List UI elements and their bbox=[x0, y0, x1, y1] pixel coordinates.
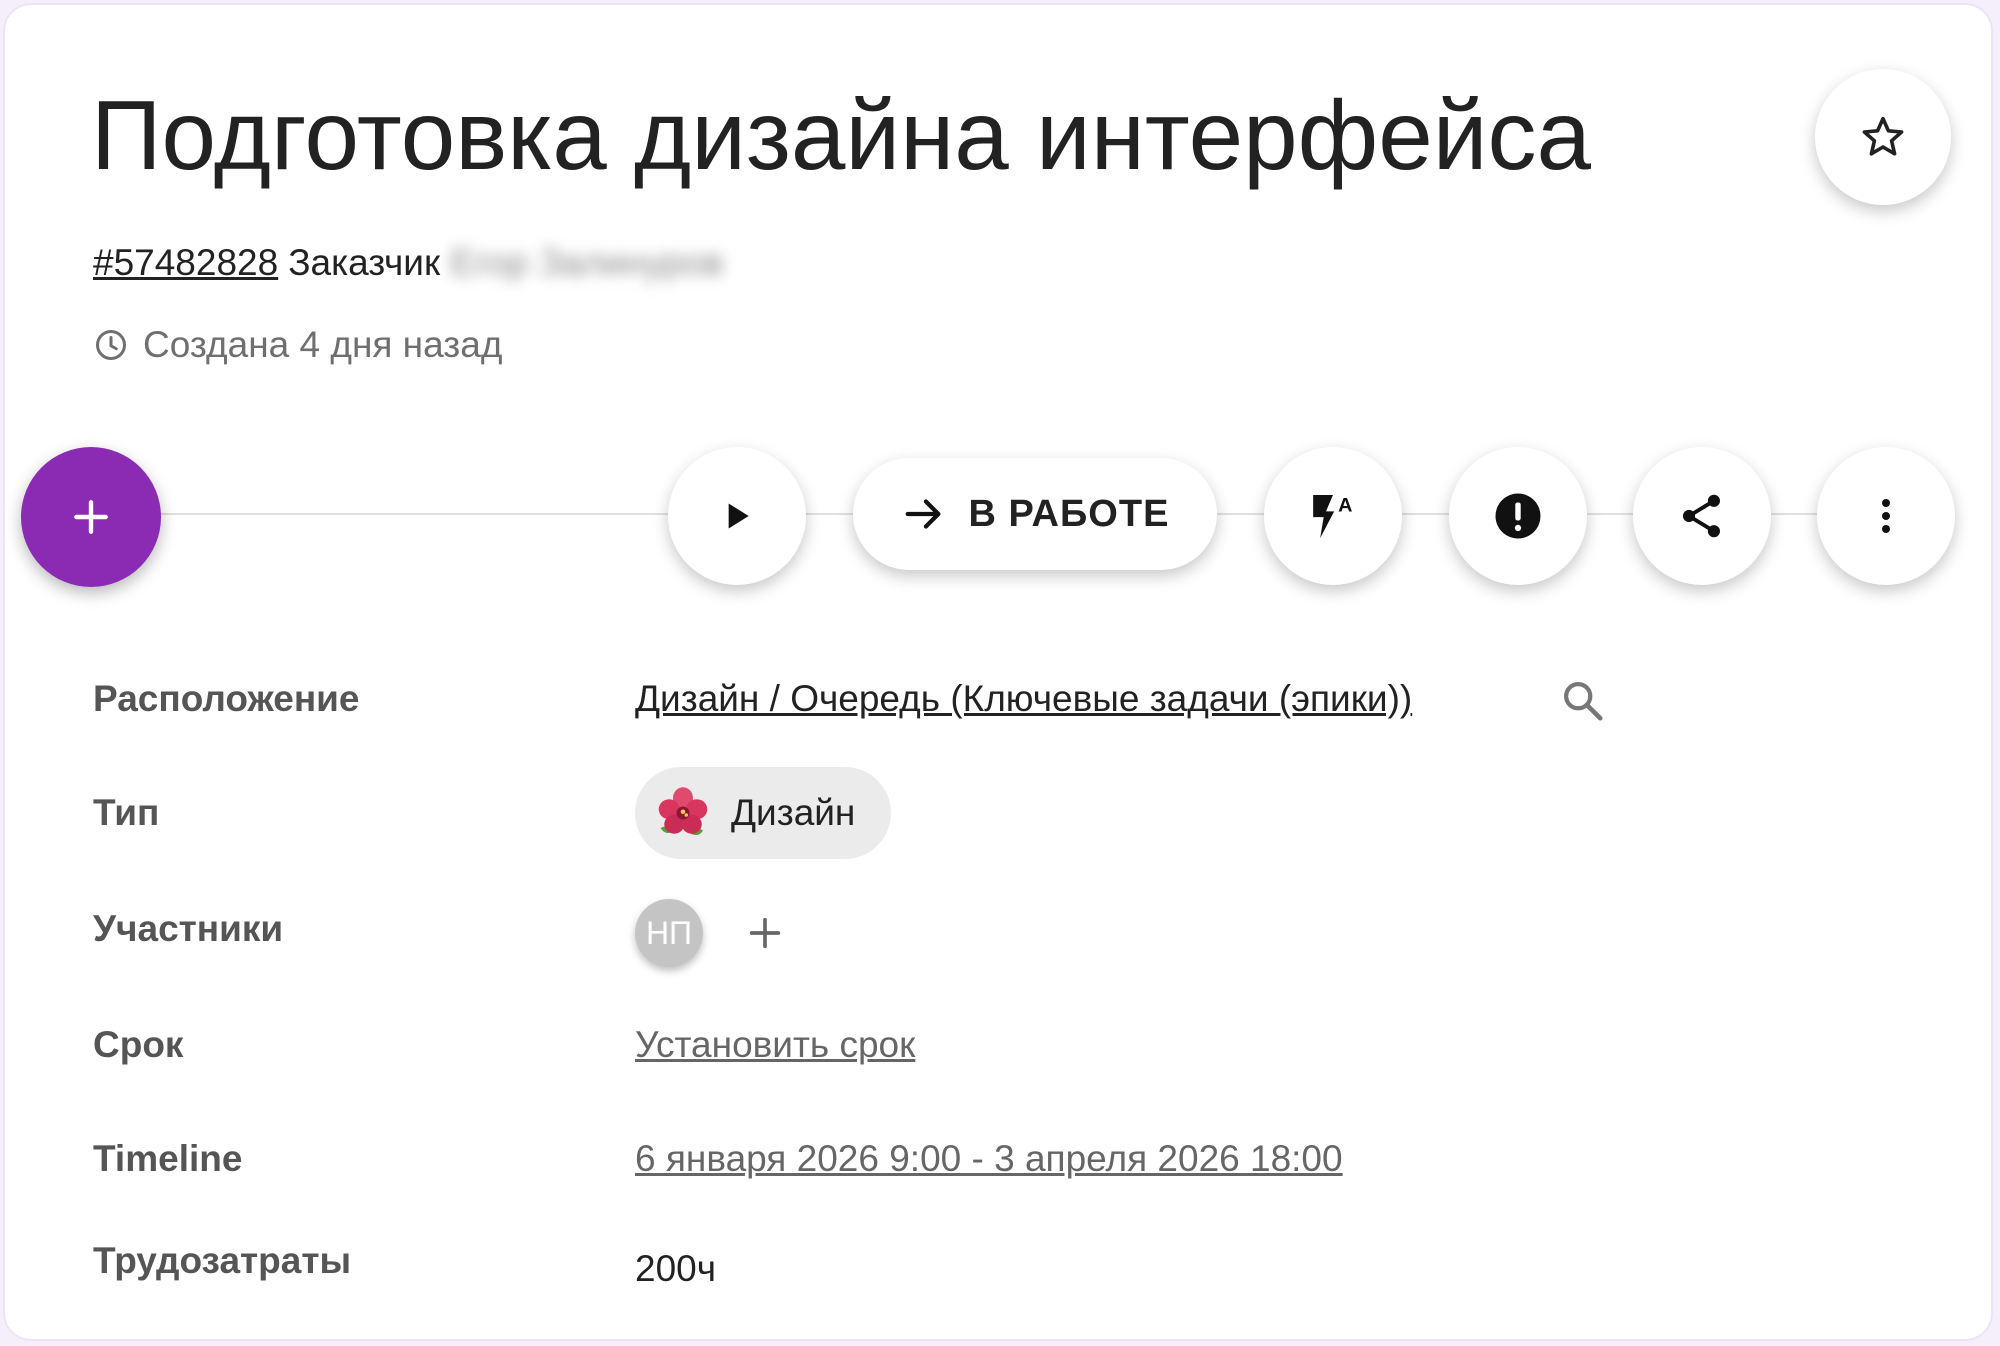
timeline-link[interactable]: 6 января 2026 9:00 - 3 апреля 2026 18:00 bbox=[635, 1138, 1343, 1179]
timeline-label: Timeline bbox=[93, 1138, 243, 1179]
share-icon bbox=[1682, 494, 1720, 538]
share-button[interactable] bbox=[1633, 447, 1771, 585]
priority-button[interactable] bbox=[1449, 447, 1587, 585]
type-label-value: Дизайн bbox=[731, 792, 856, 833]
arrow-right-icon bbox=[905, 499, 941, 529]
more-vertical-icon bbox=[1882, 499, 1890, 533]
type-label: Тип bbox=[93, 792, 160, 833]
flash-auto-icon: A bbox=[1313, 494, 1352, 539]
set-deadline-link[interactable]: Установить срок bbox=[635, 1024, 915, 1065]
deadline-value: Установить срок bbox=[635, 1019, 915, 1071]
favorite-button[interactable] bbox=[1815, 69, 1951, 205]
effort-label: Трудозатраты bbox=[93, 1240, 352, 1281]
svg-text:A: A bbox=[1338, 494, 1352, 516]
status-label: В РАБОТЕ bbox=[968, 492, 1170, 535]
location-link[interactable]: Дизайн / Очередь (Ключевые задачи (эпики… bbox=[635, 678, 1412, 719]
deadline-label: Срок bbox=[93, 1024, 184, 1065]
hibiscus-icon bbox=[658, 787, 708, 836]
task-card: Подготовка дизайна интерфейса #57482828 З… bbox=[5, 5, 1991, 1339]
created-text: Создана 4 дня назад bbox=[143, 324, 503, 365]
type-chip[interactable]: Дизайн bbox=[635, 767, 892, 859]
created-info: Создана 4 дня назад bbox=[93, 319, 502, 371]
exclamation-circle-icon bbox=[1495, 493, 1541, 539]
add-button[interactable] bbox=[21, 447, 161, 587]
plus-icon bbox=[74, 500, 108, 534]
customer-name[interactable]: Егор Залинуров bbox=[450, 237, 723, 289]
clock-icon bbox=[93, 327, 129, 363]
location-label: Расположение bbox=[93, 678, 360, 719]
effort-value[interactable]: 200ч bbox=[635, 1243, 716, 1295]
more-button[interactable] bbox=[1817, 447, 1955, 585]
plus-icon bbox=[749, 917, 781, 949]
avatar[interactable]: НП bbox=[635, 899, 703, 967]
location-search-button[interactable] bbox=[1555, 673, 1611, 729]
location-value: Дизайн / Очередь (Ключевые задачи (эпики… bbox=[635, 673, 1412, 725]
task-meta: #57482828 Заказчик Егор Залинуров bbox=[93, 237, 723, 289]
task-id-link[interactable]: #57482828 bbox=[93, 242, 278, 283]
timeline-value: 6 января 2026 9:00 - 3 апреля 2026 18:00 bbox=[635, 1133, 1343, 1185]
add-member-button[interactable] bbox=[735, 903, 795, 963]
search-icon bbox=[1564, 682, 1603, 721]
status-button[interactable]: В РАБОТЕ bbox=[853, 458, 1217, 570]
customer-label: Заказчик bbox=[288, 242, 441, 283]
star-outline-icon bbox=[1862, 116, 1904, 156]
auto-action-button[interactable]: A bbox=[1264, 447, 1402, 585]
start-button[interactable] bbox=[668, 447, 806, 585]
task-title: Подготовка дизайна интерфейса bbox=[91, 80, 1592, 190]
play-icon bbox=[728, 503, 749, 529]
members-label: Участники bbox=[93, 908, 284, 949]
